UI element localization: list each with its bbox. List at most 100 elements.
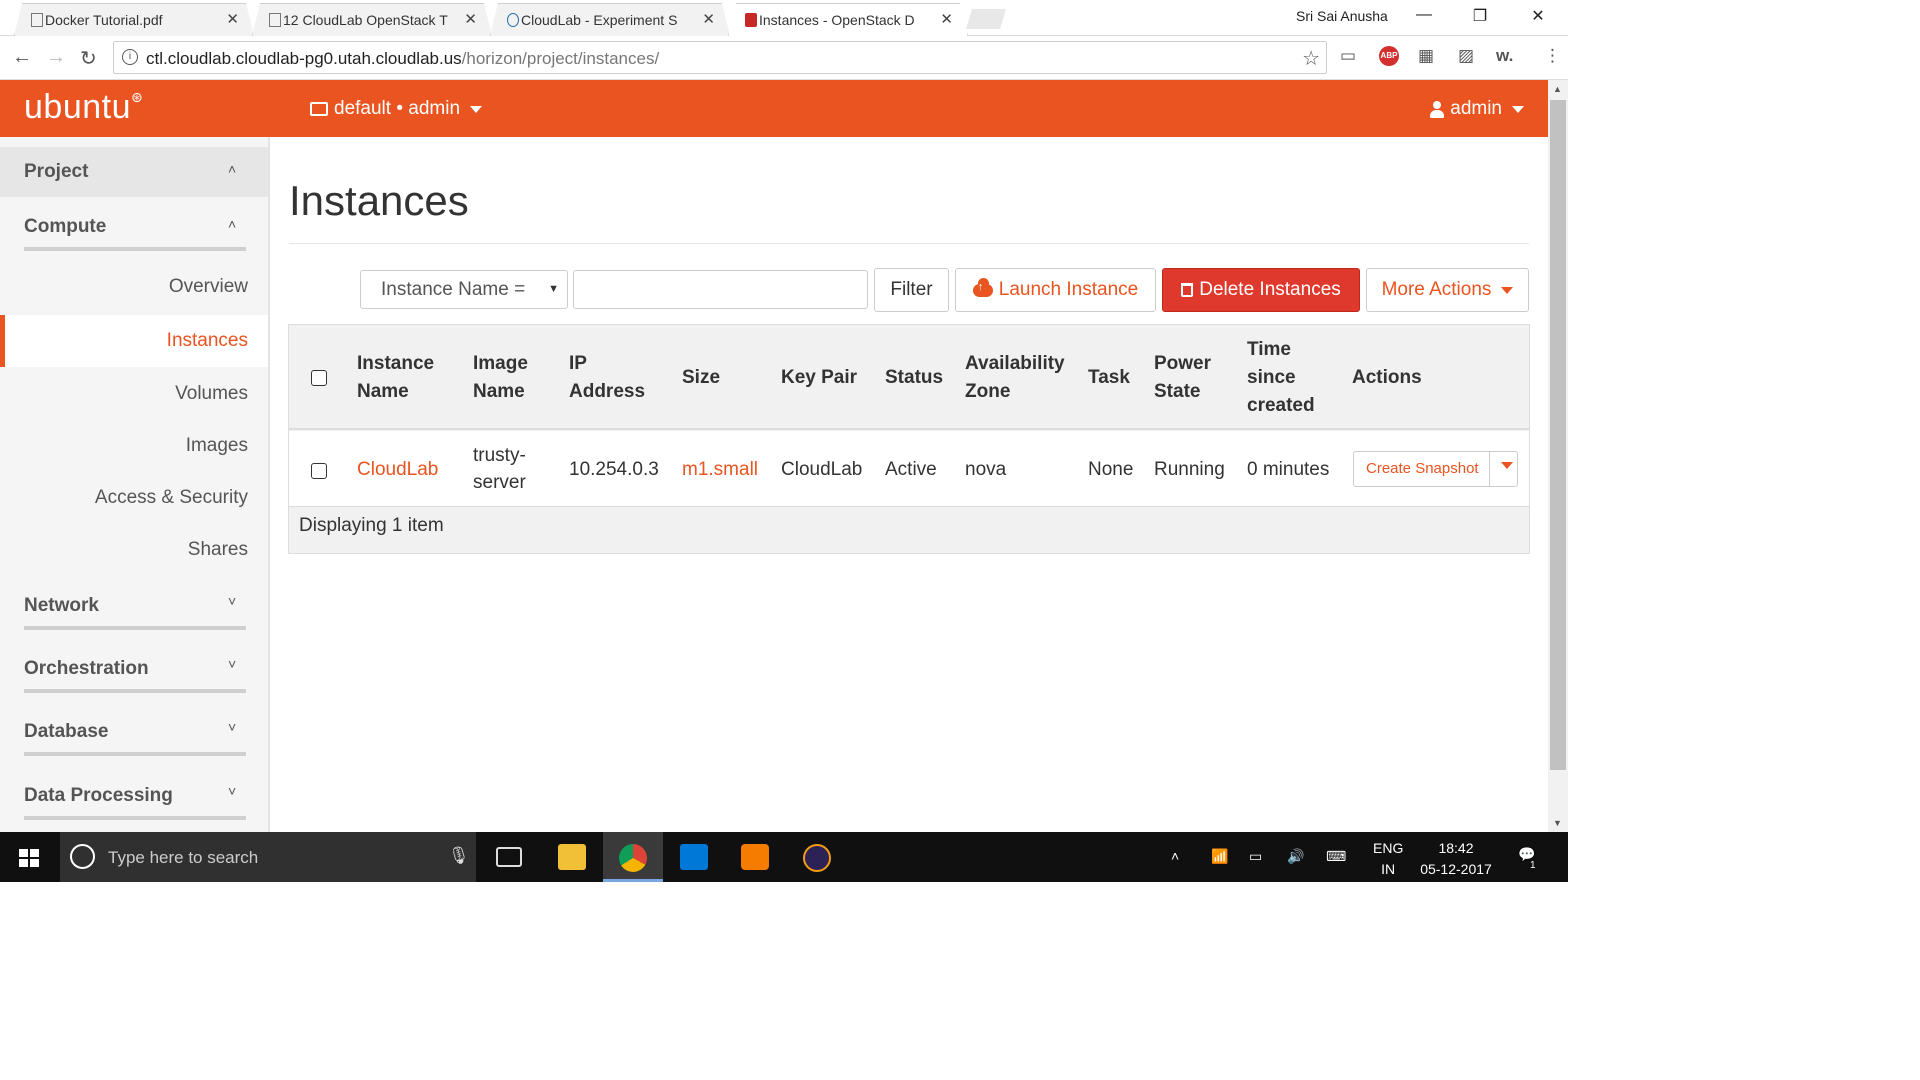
chevron-down-icon: ˅ xyxy=(228,656,237,672)
chevron-down-icon: ˅ xyxy=(228,593,237,609)
battery-icon[interactable]: ▭ xyxy=(1249,848,1262,865)
sidebar-section-project[interactable]: Project ˄ xyxy=(0,147,268,197)
bookmark-star-icon[interactable]: ☆ xyxy=(1302,46,1320,71)
document-icon xyxy=(269,13,281,27)
new-tab-button[interactable] xyxy=(966,9,1006,29)
section-divider xyxy=(24,247,246,251)
delete-instances-button[interactable]: Delete Instances xyxy=(1162,268,1360,312)
reload-icon[interactable]: ↻ xyxy=(80,46,97,71)
show-hidden-icons-icon[interactable]: ˄ xyxy=(1171,848,1179,864)
ubuntu-logo[interactable]: ubuntu⊛ xyxy=(24,88,143,127)
create-snapshot-button[interactable]: Create Snapshot xyxy=(1366,460,1479,477)
search-placeholder: Type here to search xyxy=(108,848,259,867)
openstack-icon xyxy=(745,13,757,27)
address-bar[interactable]: i ctl.cloudlab.cloudlab-pg0.utah.cloudla… xyxy=(113,41,1327,74)
sidebar-section-orchestration[interactable]: Orchestration xyxy=(24,658,149,680)
eclipse-icon[interactable] xyxy=(803,844,831,872)
tab-cloudlab-openstack[interactable]: 12 CloudLab OpenStack T ✕ xyxy=(252,3,492,36)
table-header: Instance Name Image Name IP Address Size Ke… xyxy=(289,325,1529,430)
row-actions-dropdown-icon[interactable] xyxy=(1501,462,1513,469)
extension-w-icon[interactable]: w. xyxy=(1496,46,1513,66)
chrome-icon[interactable] xyxy=(619,844,647,872)
sidebar-section-data-processing[interactable]: Data Processing xyxy=(24,785,173,807)
document-icon xyxy=(31,13,43,27)
instance-name-link[interactable]: CloudLab xyxy=(357,456,438,483)
adblock-icon[interactable]: ABP xyxy=(1379,46,1399,66)
page-title: Instances xyxy=(289,177,469,224)
select-all-checkbox[interactable] xyxy=(311,370,327,386)
column-header-availability-zone[interactable]: Availability Zone xyxy=(965,350,1065,406)
column-header-key-pair[interactable]: Key Pair xyxy=(781,364,857,392)
windows-start-icon[interactable] xyxy=(19,849,39,867)
info-icon[interactable]: i xyxy=(122,49,138,65)
microphone-icon[interactable]: 🎙 xyxy=(448,846,470,866)
taskbar-clock[interactable]: 18:42 05-12-2017 xyxy=(1416,838,1496,880)
ip-address-cell: 10.254.0.3 xyxy=(569,459,659,480)
chrome-menu-icon[interactable]: ⋮ xyxy=(1544,46,1561,66)
minimize-icon[interactable]: — xyxy=(1414,6,1434,24)
task-cell: None xyxy=(1088,459,1134,480)
filter-input[interactable] xyxy=(573,270,868,309)
keyboard-icon[interactable]: ⌨ xyxy=(1326,848,1346,865)
project-selector[interactable]: default • admin xyxy=(310,98,483,120)
tab-cloudlab-experiment[interactable]: CloudLab - Experiment S ✕ xyxy=(490,3,730,36)
tab-docker-tutorial[interactable]: Docker Tutorial.pdf ✕ xyxy=(14,3,254,36)
sidebar-item-images[interactable]: Images xyxy=(186,435,248,457)
back-arrow-icon[interactable]: ← xyxy=(12,46,32,69)
scrollbar-thumb[interactable] xyxy=(1550,100,1566,770)
wifi-icon[interactable]: 📶 xyxy=(1211,848,1228,865)
close-icon[interactable]: ✕ xyxy=(940,10,953,28)
filter-button[interactable]: Filter xyxy=(874,268,949,312)
launch-instance-button[interactable]: Launch Instance xyxy=(955,268,1156,312)
forward-arrow-icon[interactable]: → xyxy=(46,46,66,69)
top-navbar: ubuntu⊛ default • admin admin xyxy=(0,80,1548,137)
column-header-size[interactable]: Size xyxy=(682,364,720,392)
cast-icon[interactable]: ▭ xyxy=(1340,46,1356,66)
sidebar-section-network[interactable]: Network xyxy=(24,595,99,617)
extension-film-icon[interactable]: ▦ xyxy=(1418,46,1434,66)
size-link[interactable]: m1.small xyxy=(682,456,758,483)
close-icon[interactable]: ✕ xyxy=(226,10,239,28)
restore-icon[interactable]: ❐ xyxy=(1470,6,1490,26)
main-content: Instances Instance Name = ▼ Filter Launc… xyxy=(272,137,1548,832)
more-actions-button[interactable]: More Actions xyxy=(1366,268,1529,312)
sidebar-section-compute[interactable]: Compute xyxy=(24,216,106,238)
sidebar-item-shares[interactable]: Shares xyxy=(188,539,248,561)
sidebar-section-label: Project xyxy=(24,161,89,182)
store-icon[interactable] xyxy=(680,844,708,870)
sidebar: Project ˄ Compute ˄ Overview Instances V… xyxy=(0,137,270,832)
page-scrollbar[interactable]: ▲ ▼ xyxy=(1548,80,1568,832)
url-text[interactable]: ctl.cloudlab.cloudlab-pg0.utah.cloudlab.… xyxy=(146,49,659,69)
sidebar-item-volumes[interactable]: Volumes xyxy=(175,383,248,405)
browser-toolbar: ← → ↻ i ctl.cloudlab.cloudlab-pg0.utah.c… xyxy=(0,36,1568,80)
close-icon[interactable]: ✕ xyxy=(702,10,715,28)
instances-table: Instance Name Image Name IP Address Size Ke… xyxy=(288,324,1530,554)
column-header-task[interactable]: Task xyxy=(1088,364,1130,392)
column-header-ip-address[interactable]: IP Address xyxy=(569,350,645,406)
sidebar-item-instances[interactable]: Instances xyxy=(0,315,268,367)
column-header-instance-name[interactable]: Instance Name xyxy=(357,350,434,406)
column-header-status[interactable]: Status xyxy=(885,364,943,392)
scroll-up-icon[interactable]: ▲ xyxy=(1553,84,1562,94)
media-player-icon[interactable] xyxy=(741,844,769,870)
user-menu[interactable]: admin xyxy=(1430,98,1524,120)
sidebar-item-overview[interactable]: Overview xyxy=(169,276,248,298)
column-header-power-state[interactable]: Power State xyxy=(1154,350,1211,406)
taskbar-search-box[interactable]: Type here to search 🎙 xyxy=(60,832,476,882)
volume-icon[interactable]: 🔊 xyxy=(1287,848,1304,865)
window-profile-name[interactable]: Sri Sai Anusha xyxy=(1296,8,1388,24)
extension-pdf-icon[interactable]: ▨ xyxy=(1458,46,1474,66)
sidebar-section-database[interactable]: Database xyxy=(24,721,109,743)
window-close-icon[interactable]: ✕ xyxy=(1528,6,1548,26)
task-view-icon[interactable] xyxy=(496,847,522,867)
row-checkbox[interactable] xyxy=(311,463,327,479)
sidebar-item-access-security[interactable]: Access & Security xyxy=(95,487,248,509)
scroll-down-icon[interactable]: ▼ xyxy=(1553,818,1562,828)
file-explorer-icon[interactable] xyxy=(558,844,586,870)
column-header-time-since-created[interactable]: Time since created xyxy=(1247,336,1315,420)
column-header-image-name[interactable]: Image Name xyxy=(473,350,528,406)
close-icon[interactable]: ✕ xyxy=(464,10,477,28)
language-indicator[interactable]: ENG IN xyxy=(1373,838,1403,880)
tab-instances-openstack[interactable]: Instances - OpenStack D ✕ xyxy=(728,3,968,36)
filter-field-select[interactable]: Instance Name = ▼ xyxy=(360,270,568,309)
